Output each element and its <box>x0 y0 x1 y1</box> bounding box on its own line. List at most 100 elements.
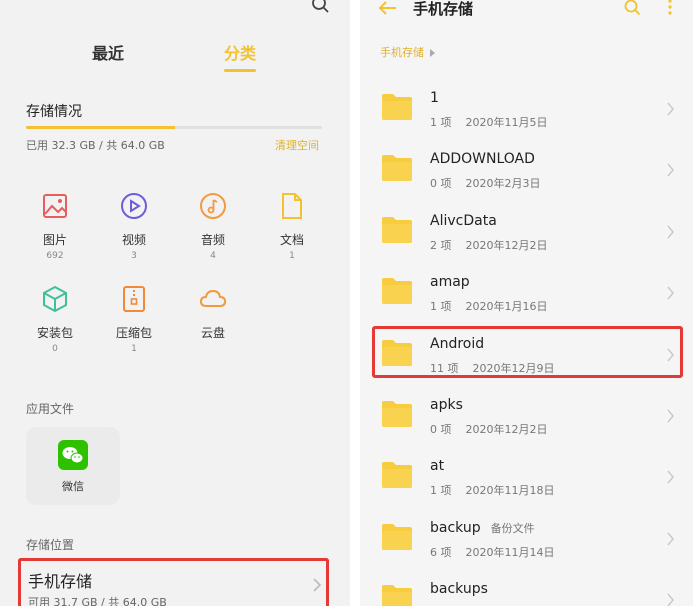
category-label: 文档 <box>279 233 304 247</box>
zip-icon <box>123 286 145 312</box>
folder-icon <box>382 155 412 182</box>
storage-section-title: 存储情况 <box>26 104 82 120</box>
folder-row-alivcdata[interactable]: AlivcData 2 项 2020年12月2日 <box>360 201 693 262</box>
wechat-icon <box>58 440 88 470</box>
storage-location-section-title: 存储位置 <box>26 538 75 552</box>
category-count: 3 <box>131 251 137 261</box>
folder-row-backups[interactable]: backups <box>360 569 693 606</box>
back-arrow-icon[interactable] <box>378 0 398 16</box>
category-label: 音频 <box>200 233 225 247</box>
wechat-app-card[interactable]: 微信 <box>26 427 120 505</box>
folder-item-count: 2 项 <box>430 238 452 252</box>
category-archives[interactable]: 压缩包 1 <box>104 284 164 354</box>
folder-row-addownload[interactable]: ADDOWNLOAD 0 项 2020年2月3日 <box>360 139 693 200</box>
audio-icon <box>200 193 226 219</box>
breadcrumb-item[interactable]: 手机存储 <box>380 46 424 59</box>
folder-date: 2020年11月18日 <box>465 484 555 498</box>
category-videos[interactable]: 视频 3 <box>104 191 164 261</box>
folder-name: apks <box>430 397 463 413</box>
tab-recent[interactable]: 最近 <box>92 40 124 64</box>
folder-name-text: apks <box>430 396 463 413</box>
folder-row-at[interactable]: at 1 项 2020年11月18日 <box>360 446 693 507</box>
phone-storage-title: 手机存储 <box>28 572 93 591</box>
folder-item-count: 1 项 <box>430 300 452 314</box>
folder-row-amap[interactable]: amap 1 项 2020年1月16日 <box>360 262 693 323</box>
folder-meta: 0 项 2020年12月2日 <box>430 421 548 437</box>
tab-indicator <box>224 69 256 72</box>
category-label: 安装包 <box>36 326 73 340</box>
folder-icon <box>382 462 412 489</box>
folder-item-count: 1 项 <box>430 484 452 498</box>
chevron-right-icon <box>667 225 674 239</box>
category-documents[interactable]: 文档 1 <box>262 191 322 261</box>
folder-name: at <box>430 458 444 474</box>
folder-row-android[interactable]: Android 11 项 2020年12月9日 <box>360 324 693 385</box>
chevron-right-icon <box>667 102 674 116</box>
search-icon[interactable] <box>623 0 641 16</box>
folder-name-text: backups <box>430 581 488 598</box>
category-label: 压缩包 <box>115 326 152 340</box>
clean-space-link[interactable]: 清理空间 <box>275 137 319 153</box>
folder-name-text: AlivcData <box>430 212 497 229</box>
folder-row-1[interactable]: 1 1 项 2020年11月5日 <box>360 78 693 139</box>
folder-item-count: 1 项 <box>430 116 452 129</box>
folder-name-text: amap <box>430 274 470 291</box>
package-icon <box>43 285 67 313</box>
highlight-box <box>372 325 683 378</box>
folder-icon <box>382 94 412 120</box>
category-label: 视频 <box>121 233 146 247</box>
phone-storage-item[interactable]: 手机存储 可用 31.7 GB / 共 64.0 GB <box>18 558 329 606</box>
folder-row-apks[interactable]: apks 0 项 2020年12月2日 <box>360 385 693 446</box>
category-count: 4 <box>210 251 216 261</box>
folder-icon <box>382 278 412 305</box>
category-images[interactable]: 图片 692 <box>25 191 85 261</box>
chevron-right-icon <box>667 470 674 484</box>
more-options-icon[interactable] <box>666 0 674 16</box>
folder-item-count: 0 项 <box>430 177 452 191</box>
category-count: 0 <box>52 344 58 354</box>
folder-name-text: 1 <box>430 90 439 106</box>
folder-note: 备份文件 <box>490 521 535 535</box>
folder-date: 2020年2月3日 <box>465 177 541 191</box>
chevron-right-icon <box>313 578 322 592</box>
tab-category[interactable]: 分类 <box>224 40 256 64</box>
app-label: 微信 <box>62 480 84 493</box>
phone-storage-panel: 手机存储 手机存储 1 1 项 2020年11月5日 ADDOWNLOAD 0 项 202… <box>360 0 693 606</box>
category-label: 云盘 <box>200 326 225 340</box>
video-icon <box>121 193 147 219</box>
document-icon <box>282 193 302 219</box>
folder-list: 1 1 项 2020年11月5日 ADDOWNLOAD 0 项 2020年2月3日 Aliv… <box>360 78 693 606</box>
folder-name-text: ADDOWNLOAD <box>430 151 535 168</box>
app-files-section-title: 应用文件 <box>26 402 75 416</box>
folder-item-count: 6 项 <box>430 545 452 559</box>
folder-meta: 1 项 2020年11月18日 <box>430 482 555 498</box>
category-count: 692 <box>46 251 64 261</box>
folder-row-backup[interactable]: backup 备份文件 6 项 2020年11月14日 <box>360 508 693 569</box>
folder-name-text: at <box>430 458 445 475</box>
category-count: 1 <box>289 251 295 261</box>
category-audio[interactable]: 音频 4 <box>183 191 243 261</box>
search-icon[interactable] <box>310 0 330 14</box>
breadcrumb[interactable]: 手机存储 <box>380 44 435 60</box>
folder-date: 2020年12月2日 <box>465 238 548 252</box>
chevron-right-icon <box>667 286 674 300</box>
category-packages[interactable]: 安装包 0 <box>25 284 85 354</box>
page-title: 手机存储 <box>413 0 474 18</box>
folder-name: ADDOWNLOAD <box>430 151 535 167</box>
folder-name: backup 备份文件 <box>430 520 535 536</box>
chevron-right-icon <box>667 593 674 606</box>
tab-bar: 最近 分类 <box>0 40 350 76</box>
storage-progress-bar <box>26 126 322 129</box>
folder-date: 2020年11月14日 <box>465 545 555 559</box>
folder-icon <box>382 216 412 243</box>
category-cloud[interactable]: 云盘 <box>183 284 243 341</box>
folder-date: 2020年1月16日 <box>465 300 548 314</box>
image-icon <box>43 194 67 218</box>
folder-icon <box>382 585 412 606</box>
folder-icon <box>382 523 412 550</box>
folder-date: 2020年12月2日 <box>465 422 548 436</box>
chevron-right-icon <box>667 163 674 177</box>
folder-item-count: 0 项 <box>430 422 452 436</box>
panel-divider <box>350 0 360 606</box>
folder-date: 2020年11月5日 <box>465 116 548 129</box>
